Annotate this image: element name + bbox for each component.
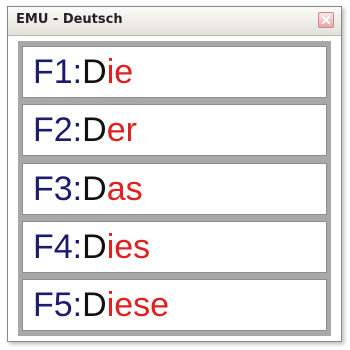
function-key-label: F3: bbox=[33, 169, 83, 208]
typed-prefix: D bbox=[82, 286, 107, 324]
typed-prefix: D bbox=[82, 111, 107, 150]
typed-prefix: D bbox=[82, 169, 107, 208]
suggestion-item-f3[interactable]: F3: Das bbox=[22, 162, 327, 215]
suggestion-item-f4[interactable]: F4: Dies bbox=[22, 220, 327, 273]
window-title: EMU - Deutsch bbox=[16, 12, 123, 27]
suggestion-item-f5[interactable]: F5: Diese bbox=[22, 279, 327, 331]
close-button[interactable] bbox=[318, 12, 334, 28]
suggestion-item-f2[interactable]: F2: Der bbox=[22, 104, 327, 157]
suggestion-list: F1: Die F2: Der F3: Das F4: Dies F5: Die… bbox=[18, 41, 331, 336]
completion-text: ie bbox=[106, 53, 134, 91]
completion-text: iese bbox=[106, 286, 170, 324]
function-key-label: F5: bbox=[33, 286, 83, 324]
emu-window: EMU - Deutsch F1: Die F2: Der F3: Das F4… bbox=[7, 6, 342, 342]
typed-prefix: D bbox=[82, 53, 107, 91]
suggestion-item-f1[interactable]: F1: Die bbox=[22, 46, 327, 98]
completion-text: er bbox=[106, 111, 137, 150]
function-key-label: F4: bbox=[33, 227, 83, 266]
title-bar[interactable]: EMU - Deutsch bbox=[8, 7, 341, 36]
completion-text: ies bbox=[106, 227, 151, 266]
function-key-label: F2: bbox=[33, 111, 83, 150]
typed-prefix: D bbox=[82, 227, 107, 266]
completion-text: as bbox=[106, 169, 143, 208]
close-x-icon bbox=[322, 16, 330, 24]
function-key-label: F1: bbox=[33, 53, 83, 91]
